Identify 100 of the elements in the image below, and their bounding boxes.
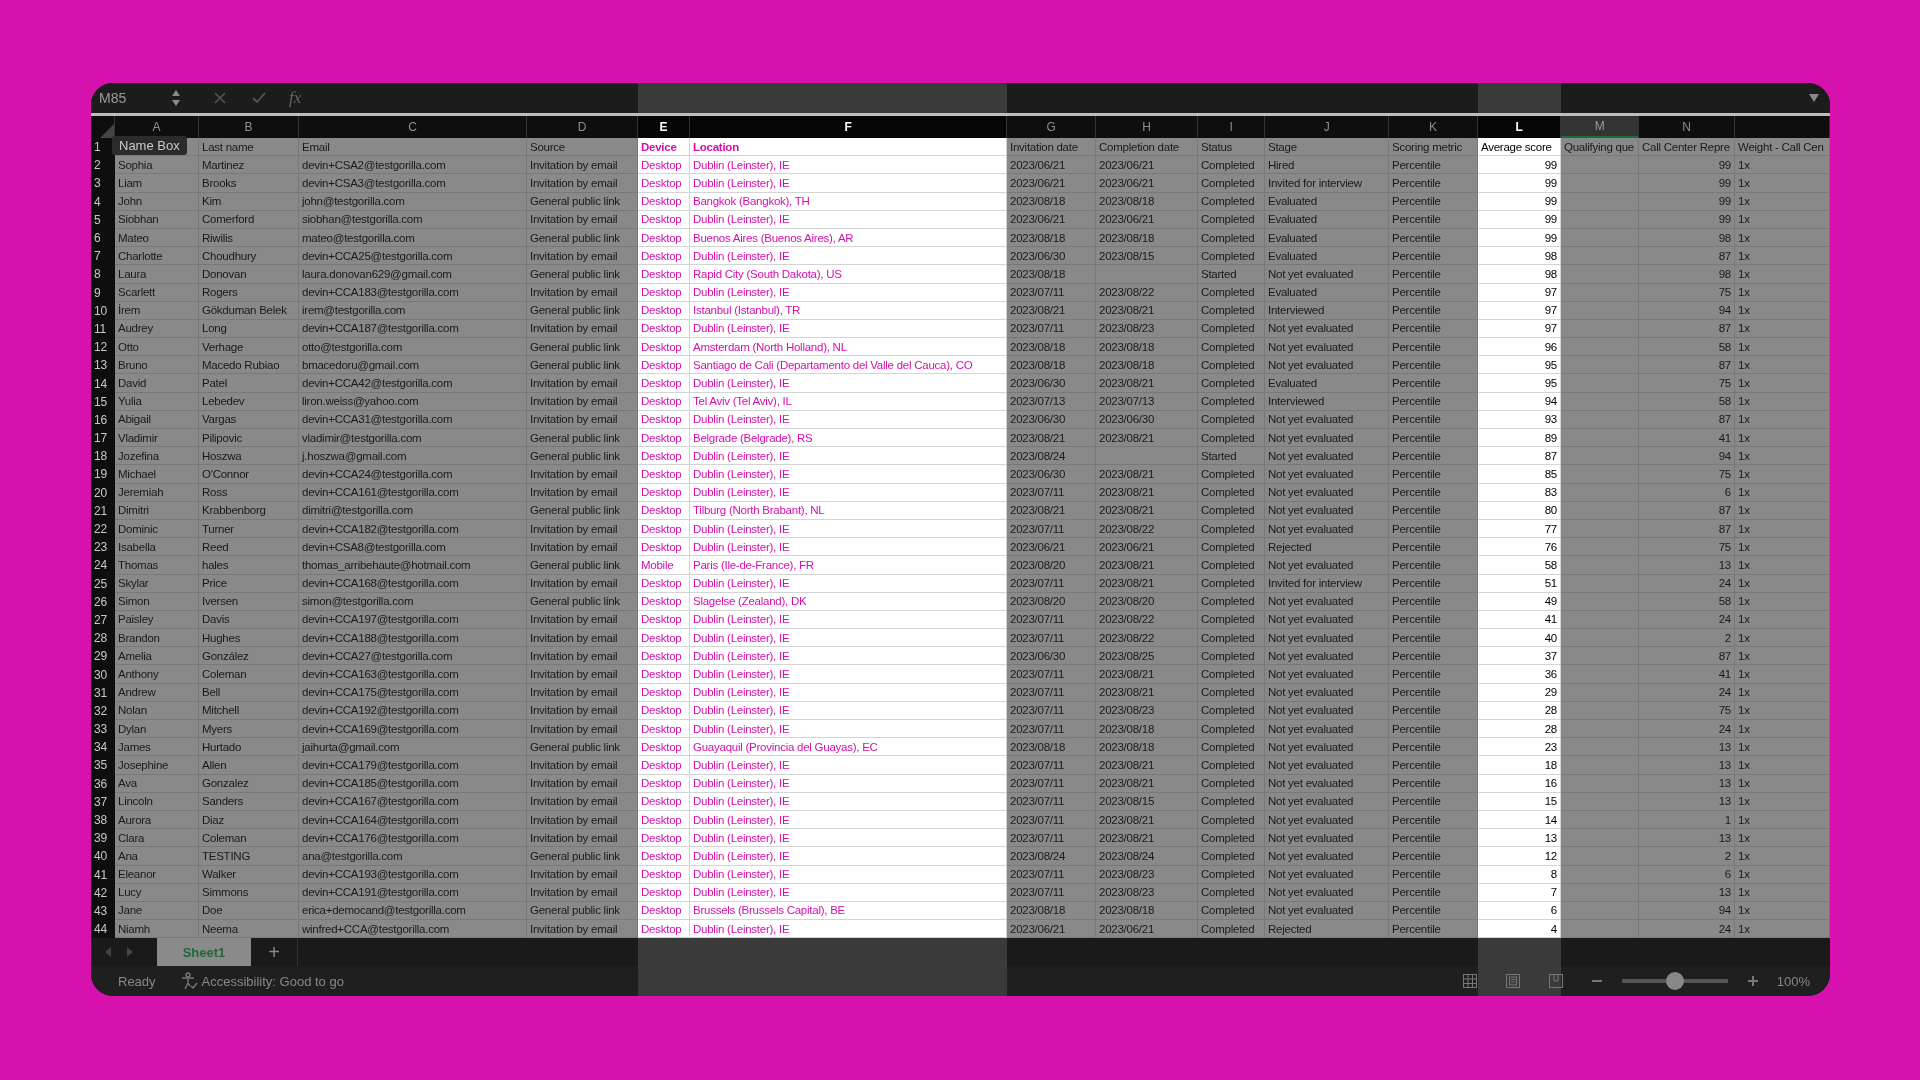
row-number[interactable]: 13 bbox=[91, 356, 115, 375]
table-cell: 1x bbox=[1735, 156, 1830, 175]
row-number[interactable]: 19 bbox=[91, 465, 115, 484]
column-header[interactable]: I bbox=[1198, 116, 1265, 138]
column-header[interactable]: D bbox=[527, 116, 638, 138]
row-number[interactable]: 39 bbox=[91, 829, 115, 848]
table-cell: Evaluated bbox=[1265, 247, 1389, 266]
table-cell: devin+CCA25@testgorilla.com bbox=[299, 247, 527, 266]
cancel-icon[interactable] bbox=[213, 91, 227, 105]
status-text: Ready bbox=[118, 973, 156, 989]
column-header[interactable]: C bbox=[299, 116, 527, 138]
row-number[interactable]: 35 bbox=[91, 756, 115, 775]
column-header[interactable]: H bbox=[1096, 116, 1198, 138]
table-cell: Verhage bbox=[199, 338, 299, 357]
table-cell: Completed bbox=[1198, 829, 1265, 848]
row-number[interactable]: 28 bbox=[91, 629, 115, 648]
row-number[interactable]: 44 bbox=[91, 920, 115, 939]
table-cell: 87 bbox=[1478, 447, 1561, 466]
table-cell: Dylan bbox=[115, 720, 199, 739]
row-number[interactable]: 17 bbox=[91, 429, 115, 448]
row-number[interactable]: 34 bbox=[91, 738, 115, 757]
table-cell: Scoring metric bbox=[1389, 138, 1478, 157]
table-cell: 18 bbox=[1478, 756, 1561, 775]
table-cell: Not yet evaluated bbox=[1265, 556, 1389, 575]
row-number[interactable]: 18 bbox=[91, 447, 115, 466]
table-cell: 1x bbox=[1735, 665, 1830, 684]
table-cell: 58 bbox=[1478, 556, 1561, 575]
row-number[interactable]: 29 bbox=[91, 647, 115, 666]
expand-icon[interactable] bbox=[1808, 93, 1820, 103]
table-cell: Charlotte bbox=[115, 247, 199, 266]
row-number[interactable]: 8 bbox=[91, 265, 115, 284]
table-cell: 98 bbox=[1478, 265, 1561, 284]
name-box[interactable]: M85 bbox=[91, 90, 171, 106]
table-cell: devin+CCA188@testgorilla.com bbox=[299, 629, 527, 648]
column-header[interactable]: L bbox=[1478, 116, 1561, 138]
table-cell: Not yet evaluated bbox=[1265, 429, 1389, 448]
table-cell: Michael bbox=[115, 465, 199, 484]
table-cell: 2023/08/21 bbox=[1096, 756, 1198, 775]
row-number[interactable]: 24 bbox=[91, 556, 115, 575]
table-cell: Percentile bbox=[1389, 665, 1478, 684]
column-header[interactable]: B bbox=[199, 116, 299, 138]
table-cell: 1x bbox=[1735, 429, 1830, 448]
zoom-in-icon[interactable] bbox=[1746, 975, 1759, 988]
table-cell: Percentile bbox=[1389, 920, 1478, 939]
column-header[interactable]: J bbox=[1265, 116, 1389, 138]
column-header[interactable]: M bbox=[1561, 116, 1639, 138]
table-cell: Percentile bbox=[1389, 447, 1478, 466]
table-cell: 2023/06/30 bbox=[1007, 374, 1096, 393]
column-header[interactable]: E bbox=[638, 116, 690, 138]
table-cell: Dublin (Leinster), IE bbox=[690, 538, 1007, 557]
table-cell: Ana bbox=[115, 847, 199, 866]
accessibility-status[interactable]: Accessibility: Good to go bbox=[201, 973, 344, 989]
table-cell: Percentile bbox=[1389, 374, 1478, 393]
table-cell: Desktop bbox=[638, 429, 690, 448]
table-cell: Email bbox=[299, 138, 527, 157]
table-cell: 2023/06/21 bbox=[1096, 174, 1198, 193]
select-all-corner[interactable] bbox=[91, 116, 115, 138]
checkmark-icon[interactable] bbox=[251, 91, 267, 105]
table-cell: Jozefina bbox=[115, 447, 199, 466]
table-cell: Dublin (Leinster), IE bbox=[690, 829, 1007, 848]
table-cell: Dublin (Leinster), IE bbox=[690, 647, 1007, 666]
table-cell: 1x bbox=[1735, 847, 1830, 866]
accessibility-icon[interactable] bbox=[179, 972, 198, 991]
row-number[interactable]: 12 bbox=[91, 338, 115, 357]
column-header[interactable]: F bbox=[690, 116, 1007, 138]
row-number[interactable]: 2 bbox=[91, 156, 115, 175]
page-break-icon[interactable] bbox=[1547, 973, 1564, 990]
table-cell: 2023/08/21 bbox=[1096, 374, 1198, 393]
table-cell: Dublin (Leinster), IE bbox=[690, 756, 1007, 775]
row-number[interactable]: 33 bbox=[91, 720, 115, 739]
column-header[interactable]: N bbox=[1639, 116, 1735, 138]
table-cell: Call Center Repre bbox=[1639, 138, 1735, 157]
spinner-icon[interactable] bbox=[171, 88, 181, 108]
page-layout-icon[interactable] bbox=[1504, 973, 1521, 990]
table-cell: Hughes bbox=[199, 629, 299, 648]
zoom-level[interactable]: 100% bbox=[1776, 973, 1810, 989]
table-cell: Patel bbox=[199, 374, 299, 393]
row-number[interactable]: 23 bbox=[91, 538, 115, 557]
table-cell: Macedo Rubiao bbox=[199, 356, 299, 375]
column-header[interactable]: A bbox=[115, 116, 199, 138]
row-number[interactable]: 30 bbox=[91, 665, 115, 684]
table-cell: Not yet evaluated bbox=[1265, 356, 1389, 375]
normal-view-icon[interactable] bbox=[1461, 973, 1478, 990]
table-cell: 2023/06/21 bbox=[1007, 174, 1096, 193]
table-cell: Completed bbox=[1198, 538, 1265, 557]
table-cell: devin+CCA163@testgorilla.com bbox=[299, 665, 527, 684]
column-header[interactable]: G bbox=[1007, 116, 1096, 138]
table-cell: 95 bbox=[1478, 356, 1561, 375]
table-cell: 2023/08/24 bbox=[1096, 847, 1198, 866]
table-cell: Not yet evaluated bbox=[1265, 265, 1389, 284]
table-cell: 2023/08/21 bbox=[1007, 429, 1096, 448]
column-header[interactable]: K bbox=[1389, 116, 1478, 138]
row-number[interactable]: 7 bbox=[91, 247, 115, 266]
row-number[interactable]: 3 bbox=[91, 174, 115, 193]
table-cell: Martinez bbox=[199, 156, 299, 175]
row-number[interactable]: 1 bbox=[91, 138, 115, 157]
row-number[interactable]: 14 bbox=[91, 374, 115, 393]
table-cell: 1x bbox=[1735, 647, 1830, 666]
table-cell: Percentile bbox=[1389, 538, 1478, 557]
row-number[interactable]: 40 bbox=[91, 847, 115, 866]
